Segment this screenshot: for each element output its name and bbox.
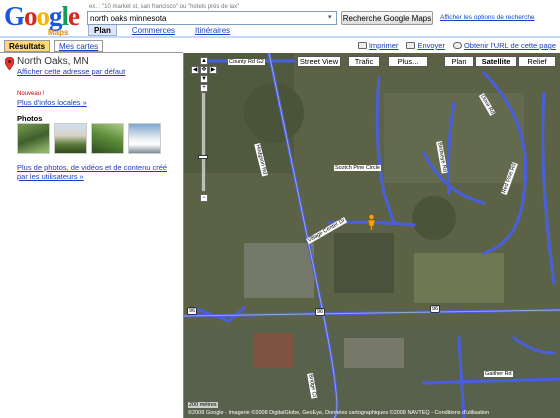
send-action[interactable]: Envoyer [406,41,445,50]
tab-commerces[interactable]: Commerces [127,25,180,36]
search-history-dropdown-icon[interactable]: ▾ [328,13,332,21]
map-type-relief-button[interactable]: Relief [518,56,556,67]
scale-label: 200 mètres [188,402,218,408]
photo-strip [17,123,161,154]
road-label: County Rd G2 [228,59,265,65]
pan-right-icon[interactable]: ▶ [209,66,217,74]
red-pin-icon[interactable] [5,57,14,70]
results-panel: North Oaks, MN Afficher cette adresse pa… [0,53,183,418]
photo-thumbnail[interactable] [128,123,161,154]
tab-itineraires[interactable]: Itinéraires [190,25,235,36]
place-name[interactable]: North Oaks, MN [17,56,89,67]
tab-plan[interactable]: Plan [88,25,117,36]
pan-up-icon[interactable]: ▲ [200,57,208,65]
more-content-link[interactable]: Plus de photos, de vidéos et de contenu … [17,163,179,181]
search-hint: ex. : "10 market st, san francisco" ou "… [89,4,240,10]
print-action[interactable]: Imprimer [357,41,399,50]
photo-thumbnail[interactable] [91,123,124,154]
pan-center-icon[interactable]: ✥ [200,66,208,74]
map-mode-tabs: Plan Commerces Itinéraires [88,25,235,36]
map-type-plan-button[interactable]: Plan [444,56,474,67]
new-badge: Nouveau ! [17,91,45,97]
road-label: Scotch Pine Circle [334,165,381,171]
logo-text: Google [4,1,80,31]
local-info-link[interactable]: Plus d'infos locales » [17,98,87,107]
pan-left-icon[interactable]: ◀ [191,66,199,74]
pan-down-icon[interactable]: ▼ [200,75,208,83]
search-input[interactable] [87,11,337,25]
get-url-action[interactable]: Obtenir l'URL de cette page [452,41,556,50]
page-actions: Imprimer Envoyer Obtenir l'URL de cette … [357,41,556,50]
zoom-slider-track[interactable] [201,92,206,192]
left-panel-tabs: Résultats Mes cartes [4,40,104,52]
get-url-link[interactable]: Obtenir l'URL de cette page [464,41,556,50]
more-layers-button[interactable]: Plus... [388,56,428,67]
send-link[interactable]: Envoyer [417,41,445,50]
default-address-link[interactable]: Afficher cette adresse par défaut [17,67,125,76]
envelope-icon [406,42,416,49]
tab-results[interactable]: Résultats [4,40,51,52]
search-button[interactable]: Recherche Google Maps [341,11,433,25]
zoom-out-icon[interactable]: − [200,194,208,202]
map-type-satellite-button[interactable]: Satellite [475,56,517,67]
traffic-button[interactable]: Trafic [348,56,380,67]
map-view[interactable]: County Rd G2 Hodgson Rd Scotch Pine Circ… [183,53,560,418]
photos-heading: Photos [17,114,43,123]
zoom-slider-thumb[interactable] [198,155,208,159]
satellite-imagery [184,53,560,418]
chain-link-icon [452,42,462,49]
street-view-button[interactable]: Street View [297,56,341,67]
route-shield-96: 96 [430,305,441,313]
search-options-link[interactable]: Afficher les options de recherche [440,14,535,21]
location-marker-icon[interactable] [366,214,377,230]
route-shield-96: 96 [187,307,198,315]
photo-thumbnail[interactable] [17,123,50,154]
zoom-in-icon[interactable]: + [200,84,208,92]
tab-my-maps[interactable]: Mes cartes [54,40,104,52]
map-scale: 200 mètres [188,402,218,408]
route-shield-96: 96 [315,308,326,316]
header-divider [0,36,560,38]
print-link[interactable]: Imprimer [369,41,399,50]
map-copyright: ©2008 Google - Imagerie ©2008 DigitalGlo… [188,410,490,416]
road-label: Gaither Rd [484,371,513,377]
google-maps-logo[interactable]: Google Maps [4,1,84,38]
printer-icon [357,42,367,49]
photo-thumbnail[interactable] [54,123,87,154]
